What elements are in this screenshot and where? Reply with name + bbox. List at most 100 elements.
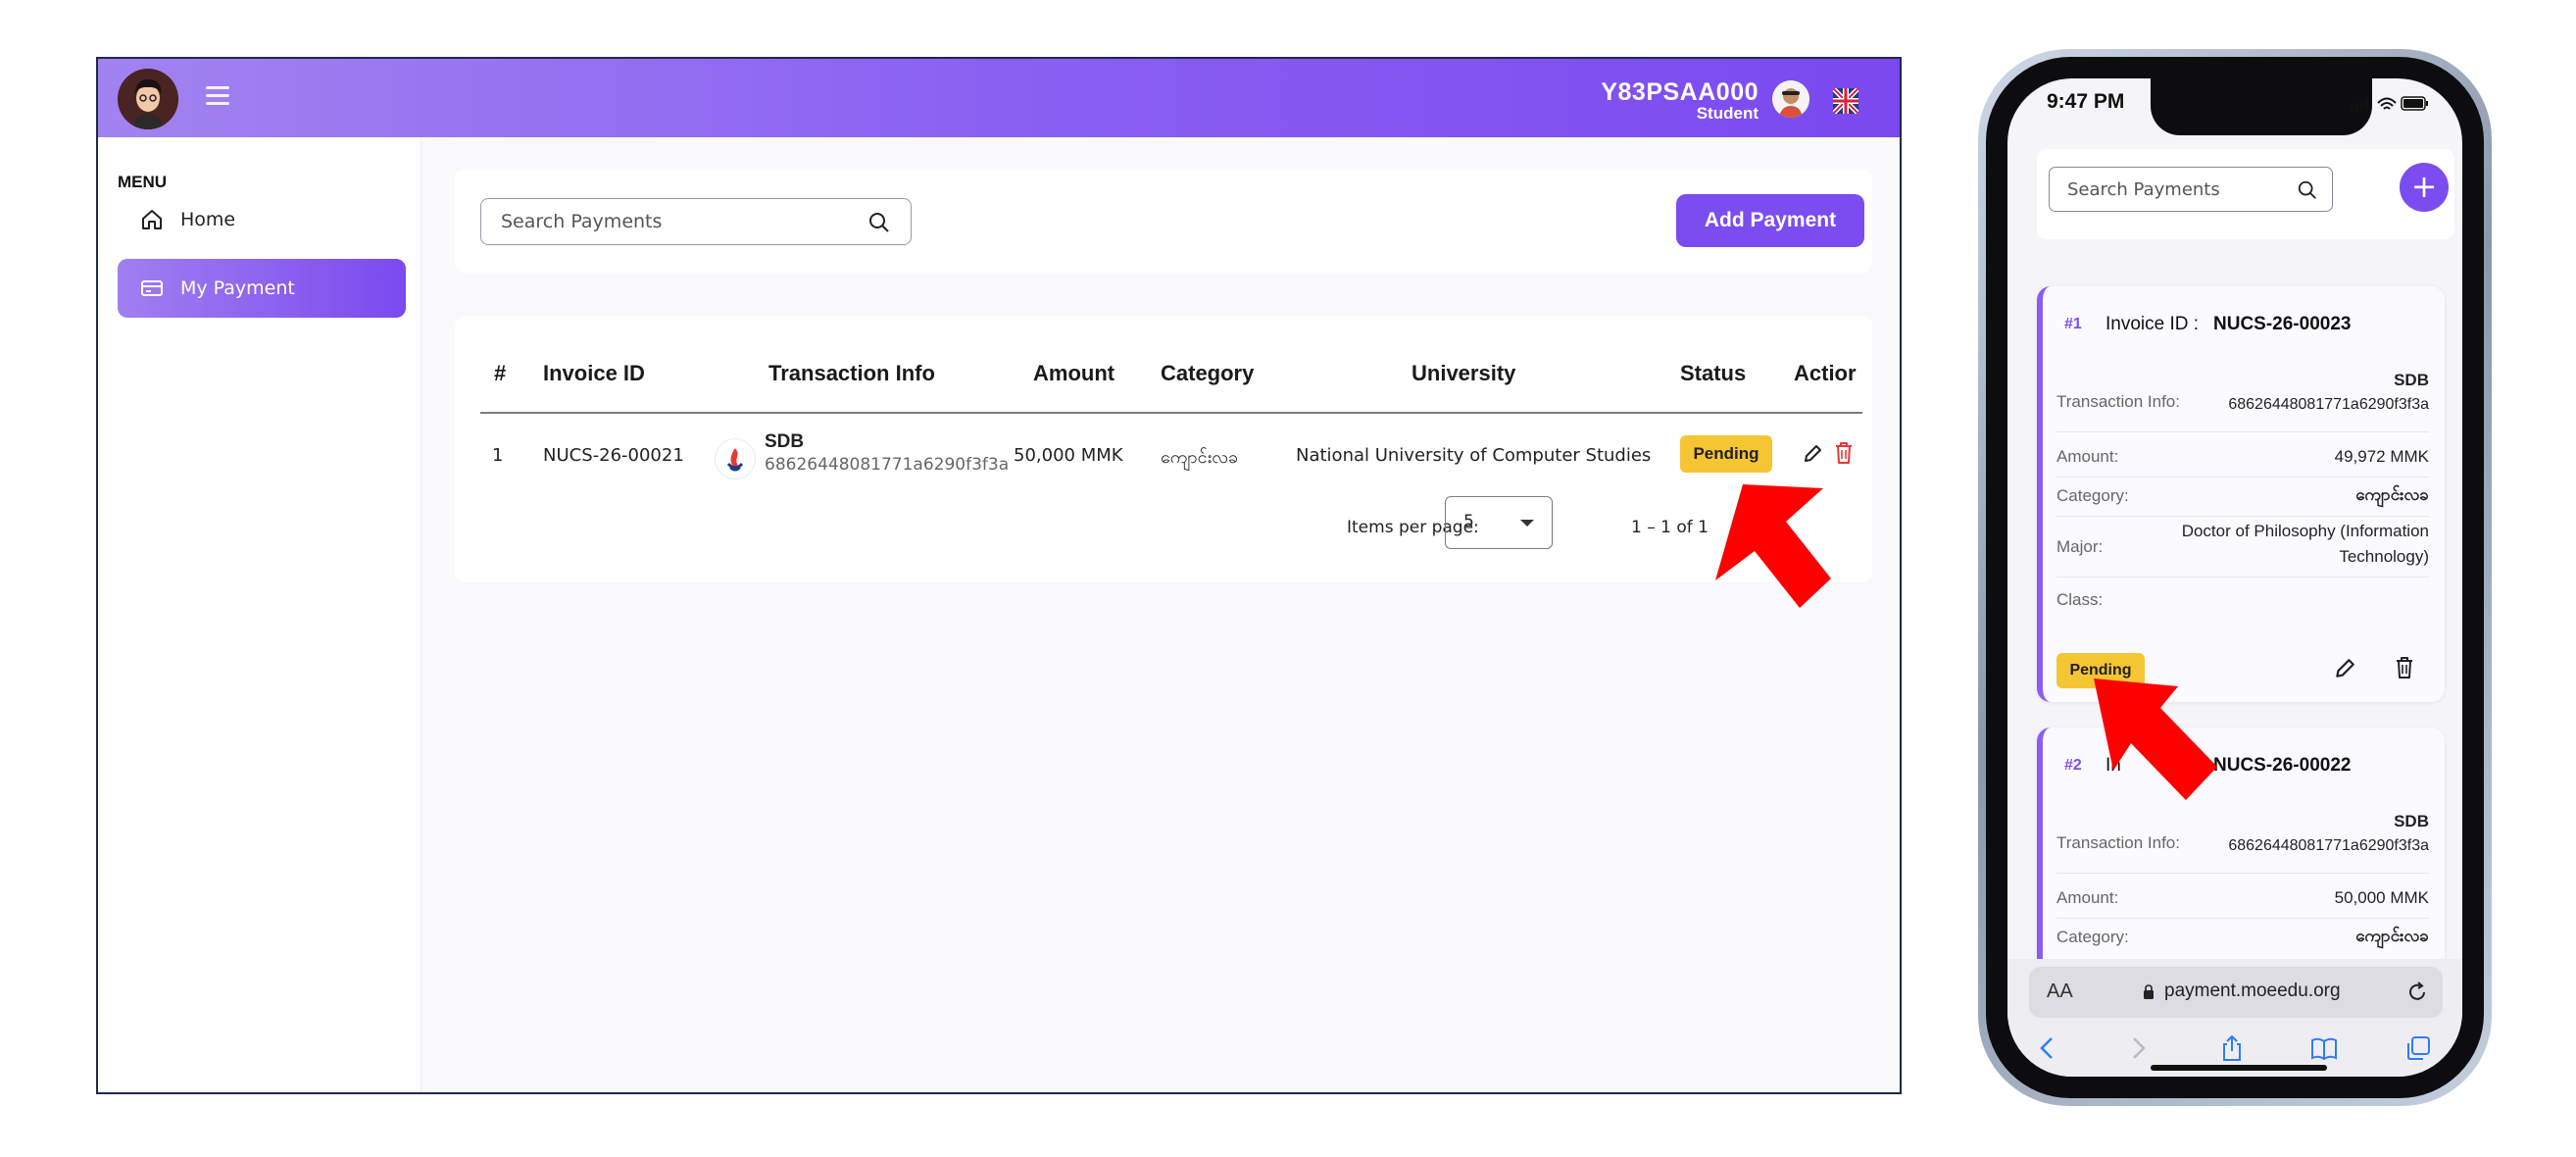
language-flag-icon[interactable] — [1831, 86, 1860, 116]
amount: 50,000 MMK — [1014, 445, 1123, 466]
card-index: #2 — [2064, 757, 2082, 774]
university: National University of Computer Studies — [1296, 445, 1652, 466]
category-label: Category: — [2056, 928, 2129, 946]
row-divider — [2056, 477, 2429, 478]
amount: 50,000 MMK — [2334, 888, 2429, 907]
category: ကျောင်းလခ — [2355, 927, 2429, 945]
search-icon[interactable] — [2297, 179, 2318, 201]
invoice-id: NUCS-26-00023 — [2213, 314, 2352, 334]
mobile-search-input[interactable]: Search Payments — [2049, 167, 2333, 212]
delete-icon[interactable] — [2394, 655, 2415, 680]
sidebar-item-home[interactable]: Home — [118, 190, 406, 249]
invoice-id: NUCS-26-00021 — [543, 445, 684, 466]
amount: 49,972 MMK — [2334, 447, 2429, 466]
top-app-bar: Y83PSAA000 Student — [98, 59, 1900, 137]
payment-card[interactable]: #1 Invoice ID : NUCS-26-00023 Transactio… — [2037, 286, 2445, 702]
reload-icon[interactable] — [2405, 981, 2429, 1004]
column-header: Category — [1161, 361, 1255, 385]
invoice-id: NUCS-26-00022 — [2213, 755, 2352, 776]
items-per-page-value: 5 — [1463, 512, 1474, 531]
bank-name: SDB — [765, 431, 805, 452]
menu-toggle-icon[interactable] — [206, 86, 229, 108]
column-header: Status — [1680, 361, 1747, 385]
sdb-bank-logo-icon — [716, 439, 755, 478]
major-line-2: Technology) — [2339, 547, 2429, 566]
desktop-window: Y83PSAA000 Student MENU Home My Payment … — [96, 57, 1902, 1094]
column-header: University — [1412, 361, 1516, 385]
bank-name: SDB — [2394, 371, 2429, 389]
class-label: Class: — [2056, 590, 2104, 609]
browser-toolbar: AA payment.moeedu.org — [2007, 959, 2462, 1077]
column-header: Invoice ID — [543, 361, 645, 385]
card-icon — [139, 276, 165, 301]
tabs-icon[interactable] — [2403, 1033, 2433, 1063]
search-placeholder: Search Payments — [501, 211, 663, 232]
phone-screen: 9:47 PM Search Payments + #1 Invoice ID … — [2007, 78, 2462, 1077]
forward-icon[interactable] — [2123, 1033, 2153, 1063]
transaction-label: Transaction Info: — [2056, 833, 2180, 852]
bookmarks-icon[interactable] — [2309, 1033, 2339, 1063]
sidebar-item-label: My Payment — [180, 277, 295, 299]
column-header: # — [494, 361, 507, 385]
transaction-id: 68626448081771a6290f3f3a — [2228, 396, 2429, 413]
status-badge: Pending — [1680, 435, 1772, 473]
pagination-range: 1 – 1 of 1 — [1631, 518, 1709, 537]
home-icon — [139, 207, 165, 232]
column-header: Amount — [1033, 361, 1115, 385]
phone-frame: 9:47 PM Search Payments + #1 Invoice ID … — [1978, 49, 2492, 1106]
column-header: Transaction Info — [768, 361, 935, 385]
sidebar-item-my-payment[interactable]: My Payment — [118, 259, 406, 318]
status-icons — [2351, 94, 2429, 112]
amount-label: Amount: — [2056, 447, 2119, 466]
sidebar: MENU Home My Payment — [98, 137, 421, 1092]
invoice-label: Invoice ID : — [2105, 314, 2200, 334]
address-bar[interactable]: AA payment.moeedu.org — [2029, 967, 2443, 1018]
menu-title: MENU — [118, 173, 168, 191]
items-per-page-select[interactable]: 5 — [1445, 496, 1553, 549]
user-role: Student — [1696, 104, 1759, 123]
transaction-id: 68626448081771a6290f3f3a — [765, 455, 1010, 475]
amount-label: Amount: — [2056, 888, 2119, 907]
column-header: Actior — [1794, 361, 1857, 385]
category-label: Category: — [2056, 486, 2129, 505]
major-line-1: Doctor of Philosophy (Information — [2181, 522, 2429, 540]
add-payment-button[interactable]: Add Payment — [1676, 194, 1864, 247]
card-index: #1 — [2064, 316, 2082, 332]
phone-bezel: 9:47 PM Search Payments + #1 Invoice ID … — [1986, 57, 2484, 1098]
user-identity: Y83PSAA000 Student — [1601, 80, 1759, 124]
category: ကျောင်းလခ — [1161, 447, 1239, 468]
user-id: Y83PSAA000 — [1601, 78, 1759, 106]
search-input[interactable]: Search Payments — [480, 198, 912, 245]
row-divider — [2056, 873, 2429, 874]
add-payment-button[interactable]: + — [2400, 163, 2449, 212]
url-text: payment.moeedu.org — [2164, 981, 2341, 1001]
text-size-button[interactable]: AA — [2047, 981, 2073, 1003]
transaction-id: 68626448081771a6290f3f3a — [2228, 837, 2429, 854]
search-icon[interactable] — [867, 211, 891, 234]
row-divider — [2056, 431, 2429, 432]
dropdown-caret-icon — [1520, 520, 1534, 527]
user-avatar[interactable] — [1772, 80, 1809, 118]
bank-name: SDB — [2394, 812, 2429, 830]
annotation-arrow-icon — [1715, 484, 1831, 608]
home-indicator — [2151, 1065, 2327, 1071]
header-divider — [480, 412, 1862, 414]
status-time: 9:47 PM — [2047, 90, 2125, 113]
share-icon[interactable] — [2217, 1033, 2247, 1063]
row-divider — [2056, 918, 2429, 919]
app-avatar[interactable] — [118, 69, 178, 129]
edit-icon[interactable] — [1802, 443, 1823, 465]
row-index: 1 — [492, 445, 504, 466]
mobile-search-toolbar: Search Payments + — [2037, 149, 2454, 239]
major-label: Major: — [2056, 537, 2104, 556]
category: ကျောင်းလခ — [2355, 485, 2429, 504]
phone-notch — [2151, 78, 2372, 135]
search-toolbar: Search Payments Add Payment — [455, 169, 1872, 273]
delete-icon[interactable] — [1833, 441, 1855, 465]
edit-icon[interactable] — [2333, 657, 2356, 680]
annotation-arrow-icon — [2094, 679, 2217, 800]
back-icon[interactable] — [2033, 1033, 2062, 1063]
transaction-label: Transaction Info: — [2056, 392, 2180, 411]
sidebar-item-label: Home — [180, 209, 236, 230]
row-divider — [2056, 577, 2429, 578]
